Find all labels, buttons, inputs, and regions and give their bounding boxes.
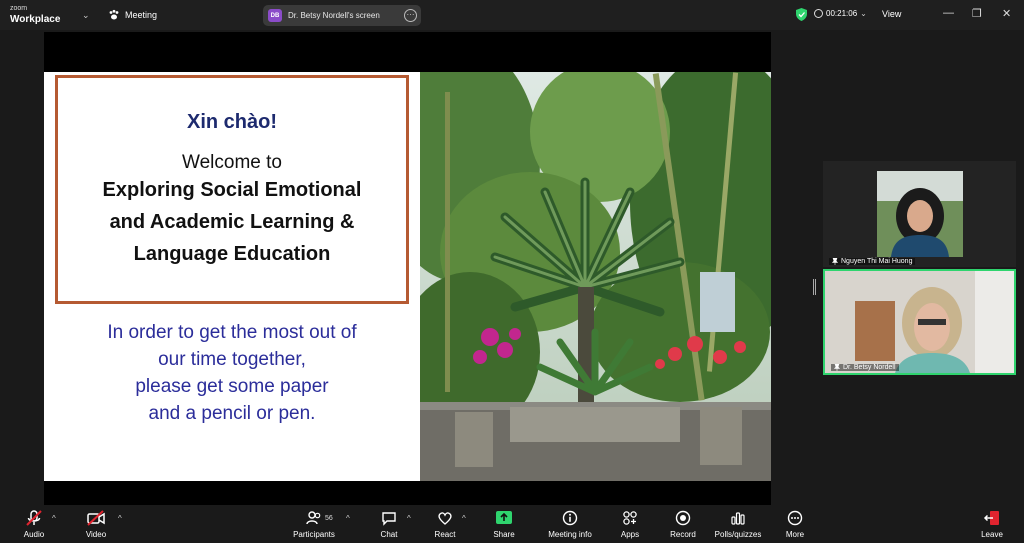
- pin-icon: [832, 258, 838, 265]
- react-button[interactable]: React: [415, 508, 475, 539]
- presenter-avatar-badge: DB: [268, 9, 282, 22]
- clock-icon: [814, 9, 823, 18]
- shared-screen-label: Dr. Betsy Nordell's screen: [288, 11, 380, 20]
- polls-label: Polls/quizzes: [714, 530, 762, 539]
- participants-options-caret[interactable]: ^: [346, 514, 350, 523]
- share-button[interactable]: Share: [474, 508, 534, 539]
- react-options-caret[interactable]: ^: [462, 514, 466, 523]
- polls-button[interactable]: Polls/quizzes: [708, 508, 768, 539]
- meeting-info-label: Meeting info: [548, 530, 592, 539]
- chevron-down-icon[interactable]: ⌄: [82, 10, 90, 21]
- participant-name-tag: Nguyen Thi Mai Huong: [829, 258, 916, 265]
- message-line-2: our time together,: [158, 349, 306, 370]
- polls-icon: [731, 512, 745, 525]
- share-label: Share: [493, 530, 515, 539]
- chat-button[interactable]: Chat: [359, 508, 419, 539]
- heart-icon: [438, 512, 452, 525]
- record-label: Record: [670, 530, 696, 539]
- audio-button[interactable]: Audio: [4, 508, 64, 539]
- meeting-timer[interactable]: 00:21:06 ⌄: [814, 9, 867, 18]
- meeting-menu[interactable]: Meeting: [108, 9, 157, 21]
- presentation-slide: Xin chào! Welcome to Exploring Social Em…: [44, 72, 771, 481]
- logo-zoom: zoom: [10, 5, 28, 12]
- panel-resize-handle[interactable]: [813, 279, 816, 295]
- message-line-3: please get some paper: [135, 376, 329, 397]
- more-options-icon[interactable]: ···: [404, 9, 417, 22]
- leave-icon: [983, 511, 999, 525]
- leave-button[interactable]: Leave: [962, 508, 1022, 539]
- encryption-shield-icon[interactable]: [796, 8, 807, 21]
- chat-label: Chat: [380, 530, 398, 539]
- view-label: View: [882, 9, 902, 19]
- meeting-label: Meeting: [125, 10, 158, 20]
- participant-name: Dr. Betsy Nordell: [843, 364, 896, 371]
- pin-icon: [834, 364, 840, 371]
- top-bar: zoom Workplace ⌄ Meeting DB Dr. Betsy No…: [0, 0, 1024, 30]
- participants-count: 56: [325, 515, 333, 522]
- video-button[interactable]: Video: [66, 508, 126, 539]
- welcome-text: Welcome to: [182, 152, 282, 173]
- meeting-toolbar: Audio ^ Video ^ Participants 56 ^ Chat ^…: [0, 505, 1024, 543]
- more-icon: [787, 510, 803, 526]
- participant-video: [877, 171, 963, 257]
- participants-button[interactable]: Participants: [284, 508, 344, 539]
- audio-options-caret[interactable]: ^: [52, 514, 56, 523]
- record-button[interactable]: Record: [653, 508, 713, 539]
- view-button[interactable]: View: [882, 9, 901, 19]
- video-options-caret[interactable]: ^: [118, 514, 122, 523]
- title-line-3: Language Education: [133, 243, 331, 265]
- shared-screen-pill[interactable]: DB Dr. Betsy Nordell's screen ···: [263, 5, 421, 26]
- close-icon[interactable]: ✕: [1002, 7, 1011, 20]
- more-button[interactable]: More: [765, 508, 825, 539]
- zoom-logo: zoom Workplace: [10, 4, 60, 25]
- logo-workplace: Workplace: [10, 14, 61, 25]
- timer-value: 00:21:06: [826, 9, 858, 18]
- participant-name: Nguyen Thi Mai Huong: [841, 258, 913, 265]
- leave-label: Leave: [981, 530, 1003, 539]
- info-icon: [562, 510, 578, 526]
- message-line-1: In order to get the most out of: [107, 322, 357, 343]
- participant-tile-betsy[interactable]: Dr. Betsy Nordell: [823, 269, 1016, 375]
- microphone-muted-icon: [26, 510, 42, 526]
- apps-label: Apps: [620, 530, 640, 539]
- restore-icon[interactable]: ❐: [972, 7, 982, 20]
- video-label: Video: [85, 530, 107, 539]
- video-off-icon: [87, 510, 105, 526]
- participants-icon: [306, 511, 321, 525]
- welcome-frame: Xin chào! Welcome to Exploring Social Em…: [55, 75, 409, 304]
- meeting-info-button[interactable]: Meeting info: [540, 508, 600, 539]
- message-line-4: and a pencil or pen.: [148, 403, 316, 424]
- title-line-1: Exploring Social Emotional: [102, 179, 362, 201]
- title-line-2: and Academic Learning &: [109, 211, 355, 233]
- minimize-icon[interactable]: —: [943, 7, 954, 19]
- record-icon: [675, 510, 691, 526]
- garden-photo: [420, 72, 771, 481]
- greeting-text: Xin chào!: [186, 111, 277, 133]
- apps-button[interactable]: Apps: [600, 508, 660, 539]
- paw-icon: [109, 9, 119, 20]
- more-label: More: [785, 530, 805, 539]
- chevron-down-icon: ⌄: [860, 9, 867, 18]
- participant-name-tag: Dr. Betsy Nordell: [831, 364, 899, 371]
- zoom-window: zoom Workplace ⌄ Meeting DB Dr. Betsy No…: [0, 0, 1024, 543]
- audio-label: Audio: [23, 530, 45, 539]
- participant-tile-nguyen[interactable]: Nguyen Thi Mai Huong: [823, 161, 1016, 267]
- participant-video: [825, 271, 1014, 373]
- participants-label: Participants: [293, 530, 335, 539]
- apps-icon: [623, 511, 637, 525]
- chat-options-caret[interactable]: ^: [407, 514, 411, 523]
- slide-text-panel: Xin chào! Welcome to Exploring Social Em…: [44, 72, 420, 481]
- react-label: React: [434, 530, 456, 539]
- share-screen-icon: [496, 511, 512, 524]
- chat-icon: [382, 512, 396, 526]
